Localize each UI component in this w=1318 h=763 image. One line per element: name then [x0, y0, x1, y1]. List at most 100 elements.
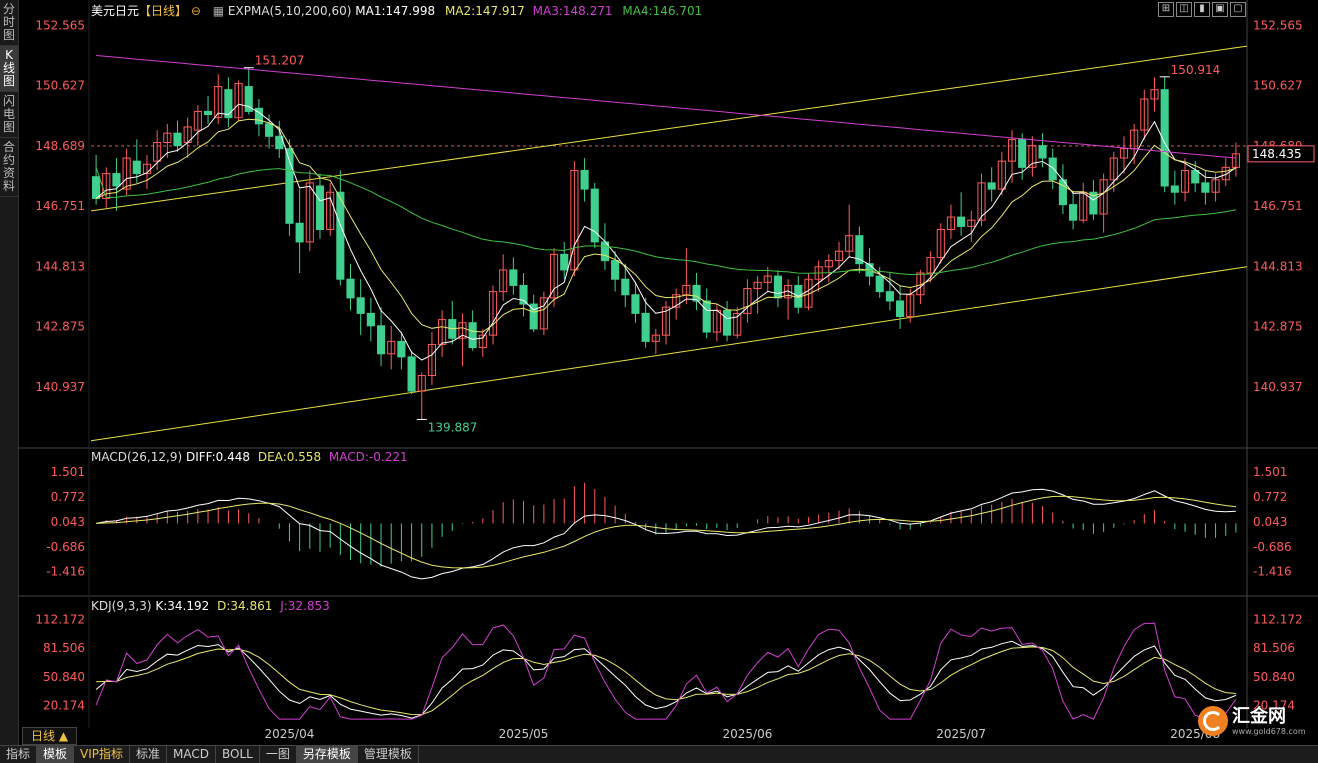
candle-body — [631, 294, 640, 314]
ma1-value: MA1:147.998 — [355, 4, 436, 18]
split-icon[interactable]: ◫ — [1176, 2, 1192, 17]
bottom-tab-boll[interactable]: BOLL — [216, 746, 260, 763]
bottom-toolbar: 指标 模板 VIP指标 标准 MACD BOLL 一图 另存模板 管理模板 — [0, 745, 1318, 763]
macd-value: MACD:-0.221 — [328, 450, 408, 464]
candle-body — [92, 176, 101, 199]
price-tick-left: 148.689 — [35, 139, 85, 153]
kdj-tick-left: 20.174 — [43, 699, 85, 713]
minimize-icon[interactable]: ▮ — [1194, 2, 1210, 17]
candle-body — [397, 340, 406, 358]
sidebar: 分时图 K线图 闪电图 合约资料 — [0, 0, 19, 745]
logo-url: www.gold678.com — [1232, 726, 1306, 736]
candle-body — [723, 309, 732, 336]
window-buttons: ⊞ ◫ ▮ ▣ ▢ — [1158, 2, 1246, 17]
maximize-icon[interactable]: ▢ — [1230, 2, 1246, 17]
candle-body — [173, 132, 182, 147]
layout-icon[interactable]: ⊞ — [1158, 2, 1174, 17]
kdj-label: KDJ(9,3,3) — [91, 599, 152, 613]
candle-body — [224, 89, 233, 119]
price-tick-left: 146.751 — [35, 199, 85, 213]
candle-body — [509, 269, 518, 286]
kdj-header: KDJ(9,3,3) K:34.192 D:34.861 J:32.853 — [91, 599, 330, 613]
candle-body — [203, 110, 213, 116]
candle-body — [1170, 185, 1179, 193]
low-annotation: 139.887 — [428, 420, 478, 434]
ma2-line — [95, 118, 1237, 333]
bottom-tab-save-template[interactable]: 另存模板 — [296, 746, 358, 763]
price-tick-left: 144.813 — [35, 259, 85, 273]
bottom-tab-manage-template[interactable]: 管理模板 — [358, 746, 419, 763]
kdj-tick-right: 81.506 — [1253, 641, 1295, 655]
macd-diff-line — [96, 488, 1236, 580]
candle-body — [692, 284, 701, 302]
time-axis-label: 2025/05 — [499, 727, 549, 741]
candle-body — [376, 325, 386, 355]
candle-body — [336, 191, 345, 280]
chart-canvas[interactable]: 152.565152.565150.627150.627148.689148.6… — [19, 0, 1318, 745]
price-tick-left: 150.627 — [35, 79, 85, 93]
macd-tick-right: -0.686 — [1253, 540, 1292, 554]
price-tick-right: 150.627 — [1253, 79, 1303, 93]
candle-body — [611, 260, 620, 280]
kdj-k-line — [95, 640, 1237, 719]
candle-body — [896, 300, 905, 318]
bottom-tab-vip-indicator[interactable]: VIP指标 — [74, 746, 131, 763]
candle-body — [1018, 138, 1027, 168]
bottom-tab-indicator[interactable]: 指标 — [0, 746, 38, 763]
candle-body — [641, 312, 650, 342]
logo: 汇金网 www.gold678.com — [1198, 706, 1306, 736]
bottom-tab-template[interactable]: 模板 — [37, 746, 75, 763]
macd-tick-right: 1.501 — [1253, 465, 1287, 479]
candle-body — [875, 275, 884, 293]
period-button[interactable]: 日线 ▲ — [22, 727, 78, 745]
logo-icon — [1198, 706, 1228, 736]
expma-label: EXPMA(5,10,200,60) — [227, 4, 352, 18]
candle-body — [132, 160, 141, 175]
candle-body — [621, 278, 630, 296]
candle-body — [957, 216, 966, 227]
bottom-tab-standard[interactable]: 标准 — [130, 746, 168, 763]
candle-body — [1201, 182, 1210, 193]
macd-tick-right: 0.772 — [1253, 490, 1287, 504]
macd-tick-left: -0.686 — [46, 540, 85, 554]
tab-kline[interactable]: K线图 — [0, 46, 18, 92]
bottom-tab-macd[interactable]: MACD — [167, 746, 217, 763]
kdj-d: D:34.861 — [217, 599, 273, 613]
bottom-tab-one-chart[interactable]: 一图 — [260, 746, 297, 763]
candle-body — [519, 284, 528, 305]
tab-contract-info[interactable]: 合约资料 — [0, 138, 18, 197]
candle-body — [580, 169, 589, 190]
kdj-tick-right: 112.172 — [1253, 612, 1303, 626]
macd-tick-right: 0.043 — [1253, 515, 1287, 529]
price-tick-left: 152.565 — [35, 19, 85, 33]
ma3-line — [96, 55, 1236, 159]
candle-body — [885, 291, 894, 302]
kdj-j: J:32.853 — [280, 599, 330, 613]
time-axis-label: 2025/04 — [265, 727, 315, 741]
high-annotation: 151.207 — [255, 54, 305, 68]
tab-timeshare[interactable]: 分时图 — [0, 0, 18, 46]
price-tick-right: 146.751 — [1253, 199, 1303, 213]
macd-tick-left: -1.416 — [46, 565, 85, 579]
kdj-tick-right: 50.840 — [1253, 670, 1295, 684]
grid-icon[interactable]: ▦ — [213, 4, 224, 18]
ma4-value: MA4:146.701 — [622, 4, 703, 18]
channel-lower-line — [90, 266, 1248, 442]
price-tick-right: 144.813 — [1253, 259, 1303, 273]
candle-body — [1191, 169, 1200, 184]
macd-header: MACD(26,12,9) DIFF:0.448 DEA:0.558 MACD:… — [91, 450, 408, 464]
restore-icon[interactable]: ▣ — [1212, 2, 1228, 17]
chart-area[interactable]: 152.565152.565150.627150.627148.689148.6… — [19, 0, 1318, 745]
settings-icon[interactable]: ⊖ — [191, 4, 201, 18]
kdj-k: K:34.192 — [155, 599, 210, 613]
current-price-value: 148.435 — [1252, 147, 1302, 161]
price-tick-left: 142.875 — [35, 320, 85, 334]
macd-tick-left: 0.772 — [51, 490, 85, 504]
candle-body — [773, 275, 783, 299]
tab-flash[interactable]: 闪电图 — [0, 92, 18, 138]
macd-tick-right: -1.416 — [1253, 565, 1292, 579]
candle-body — [468, 322, 477, 349]
price-tick-right: 142.875 — [1253, 320, 1303, 334]
price-tick-right: 140.937 — [1253, 380, 1303, 394]
candle-body — [987, 182, 996, 190]
